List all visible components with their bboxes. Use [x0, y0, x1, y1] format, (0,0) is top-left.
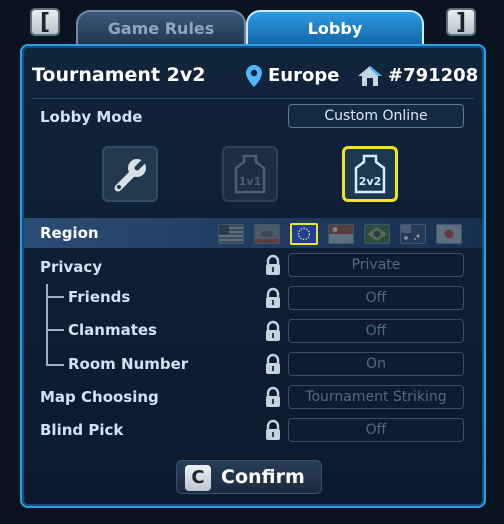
tree-line-friends: [46, 296, 64, 298]
usa-flag-icon[interactable]: [218, 224, 244, 244]
tree-line-clanmates: [46, 329, 64, 331]
2v2-mode-icon: 2v2: [354, 154, 386, 194]
japan-flag-icon[interactable]: [436, 224, 462, 244]
australia-flag-icon[interactable]: [400, 224, 426, 244]
blind-pick-lock-icon: [266, 419, 280, 440]
wrench-icon: [114, 157, 148, 192]
tab-lobby[interactable]: Lobby: [246, 10, 424, 44]
california-flag-graphic: [255, 225, 279, 243]
australia-flag-graphic: [401, 225, 425, 243]
map-choosing-label: Map Choosing: [40, 388, 159, 406]
privacy-field: Private: [288, 253, 464, 277]
lobby-region: Europe: [268, 65, 340, 86]
mode-1v1-button[interactable]: 1v1: [222, 146, 278, 202]
map-choosing-field: Tournament Striking: [288, 385, 464, 409]
eu-flag-graphic: [292, 225, 316, 243]
lobby-panel: Tournament 2v2 Europe #791208 Lobby Mode…: [20, 44, 486, 508]
room-number-label: Room Number: [68, 355, 189, 373]
mode-1v1-text: 1v1: [239, 175, 261, 188]
room-number-lock-icon: [266, 353, 280, 374]
lobby-house-icon: [358, 66, 382, 86]
lobby-mode-select[interactable]: Custom Online: [288, 104, 464, 128]
header-divider: [32, 98, 474, 99]
tab-game-rules[interactable]: Game Rules: [76, 10, 246, 44]
friends-label: Friends: [68, 288, 131, 306]
room-number-field: On: [288, 352, 464, 376]
next-tab-key[interactable]: ]: [446, 8, 476, 36]
california-flag-icon[interactable]: [254, 224, 280, 244]
brazil-flag-graphic: [365, 225, 389, 243]
mode-2v2-text: 2v2: [359, 175, 381, 188]
clanmates-label: Clanmates: [68, 321, 157, 339]
1v1-mode-icon: 1v1: [234, 154, 266, 194]
usa-flag-graphic: [219, 225, 243, 243]
blind-pick-field: Off: [288, 418, 464, 442]
prev-tab-key[interactable]: [: [30, 8, 60, 36]
friends-field: Off: [288, 286, 464, 310]
location-pin-icon: [246, 65, 262, 87]
friends-lock-icon: [266, 287, 280, 308]
privacy-label: Privacy: [40, 258, 103, 276]
map-choosing-lock-icon: [266, 386, 280, 407]
confirm-button[interactable]: C Confirm: [176, 460, 322, 494]
clanmates-lock-icon: [266, 320, 280, 341]
privacy-lock-icon: [266, 254, 280, 275]
brazil-flag-icon[interactable]: [364, 224, 390, 244]
blind-pick-label: Blind Pick: [40, 421, 124, 439]
lobby-title: Tournament 2v2: [32, 64, 206, 86]
eu-flag-icon[interactable]: [290, 223, 318, 245]
lobby-header: Tournament 2v2 Europe #791208: [32, 64, 478, 90]
clanmates-field: Off: [288, 319, 464, 343]
mode-2v2-button[interactable]: 2v2: [342, 146, 398, 202]
mode-custom-tools-button[interactable]: [102, 146, 158, 202]
region-label: Region: [40, 224, 99, 242]
lobby-mode-label: Lobby Mode: [40, 108, 143, 126]
singapore-flag-icon[interactable]: [328, 224, 354, 244]
confirm-key-icon: C: [185, 465, 211, 491]
confirm-label: Confirm: [221, 466, 305, 488]
tree-line-room-number: [46, 364, 64, 366]
singapore-flag-graphic: [329, 225, 353, 243]
lobby-id: #791208: [388, 65, 479, 86]
japan-flag-graphic: [437, 225, 461, 243]
